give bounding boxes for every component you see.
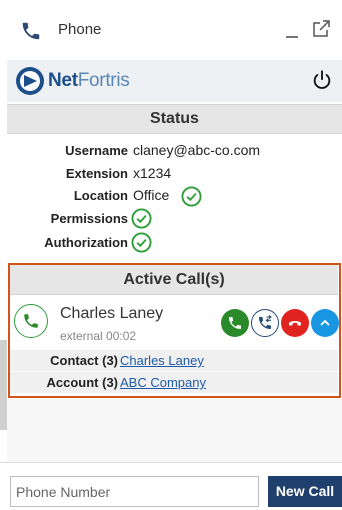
account-label: Account (3) [46,375,119,390]
phone-icon [22,22,40,40]
username-label: Username [65,143,128,158]
active-calls-panel: Active Call(s) Charles Laney external 00… [8,263,341,398]
power-icon[interactable] [311,69,333,91]
phone-icon [24,314,38,328]
caller-meta: external 00:02 [60,329,137,343]
account-row: Account (3) ABC Company [10,372,338,393]
netfortris-logo: NetFortris [15,64,130,98]
window-titlebar: Phone [0,0,342,58]
extension-value: x1234 [133,165,172,181]
authorization-label: Authorization [44,235,128,250]
hangup-icon [288,321,302,326]
call-transfer-icon [259,315,272,329]
permissions-check-icon [131,208,152,229]
permissions-row: Permissions [7,207,342,231]
extension-row: Extension x1234 [7,162,342,186]
transfer-call-button[interactable] [251,309,279,337]
window-title: Phone [58,21,102,38]
contact-label: Contact (3) [50,353,118,368]
side-divider [0,340,7,430]
account-link[interactable]: ABC Company [120,375,206,390]
location-check-icon [181,186,202,207]
new-call-button[interactable]: New Call [268,476,342,507]
empty-content-area [7,399,342,462]
permissions-label: Permissions [50,211,128,226]
contact-row: Contact (3) Charles Laney [10,350,338,371]
location-value: Office [133,187,170,203]
status-header: Status [7,104,342,134]
logo-text-net: Net [48,70,78,91]
extension-label: Extension [65,166,128,181]
expand-call-button[interactable] [311,309,339,337]
authorization-row: Authorization [7,231,342,255]
authorization-check-icon [131,232,152,253]
caller-name: Charles Laney [60,305,164,322]
phone-number-input[interactable] [10,476,259,507]
popout-icon[interactable] [312,20,330,38]
location-label: Location [73,188,128,203]
location-row: Location Office [7,184,342,208]
username-value: claney@abc-co.com [133,142,261,158]
logo-text-fortris: Fortris [77,70,130,91]
dialer-bar: New Call [0,462,342,510]
logo-mark-icon [16,67,44,95]
username-row: Username claney@abc-co.com [7,139,342,163]
chevron-up-icon [320,319,330,326]
phone-answer-icon [229,317,241,329]
brand-bar: NetFortris [7,60,342,102]
active-calls-header: Active Call(s) [10,265,338,295]
answer-call-button[interactable] [221,309,249,337]
minimize-icon[interactable] [286,24,298,38]
contact-link[interactable]: Charles Laney [120,353,204,368]
call-avatar [14,304,48,338]
hangup-call-button[interactable] [281,309,309,337]
